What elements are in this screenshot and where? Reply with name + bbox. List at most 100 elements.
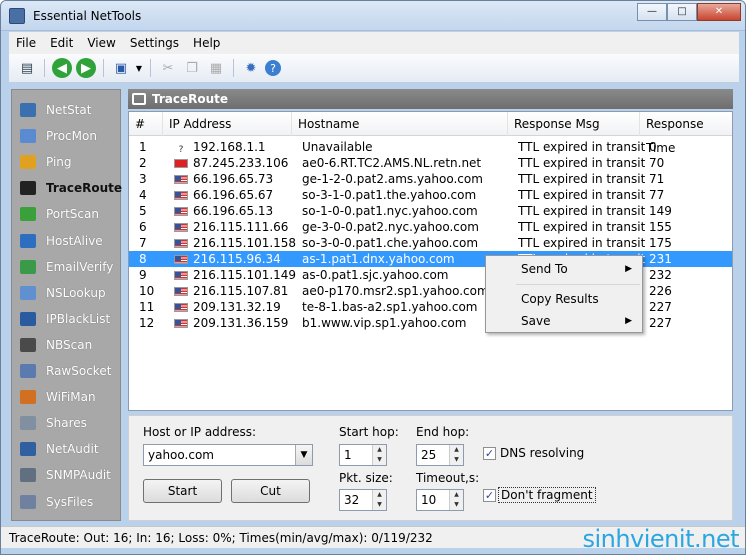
- sidebar-item-procmon[interactable]: ProcMon: [20, 125, 97, 147]
- dns-resolving-checkbox[interactable]: ✓: [483, 447, 496, 460]
- start-hop-spinner[interactable]: 1 ▲ ▼: [339, 444, 387, 466]
- sidebar-item-portscan[interactable]: PortScan: [20, 203, 99, 225]
- country-flag-icon: [174, 303, 188, 312]
- sidebar-item-label: Ping: [46, 155, 72, 170]
- dropdown-icon[interactable]: ▼: [135, 58, 143, 78]
- table-row[interactable]: 6 216.115.111.66 ge-3-0-0.pat2.nyc.yahoo.c…: [129, 219, 732, 235]
- cut-button[interactable]: Cut: [231, 479, 310, 503]
- sidebar-item-emailverify[interactable]: EmailVerify: [20, 256, 113, 278]
- cell-n: 4: [139, 187, 147, 203]
- forward-icon[interactable]: ▶: [76, 58, 96, 78]
- table-row[interactable]: 7 216.115.101.158 so-3-0-0.pat1.che.yahoo.…: [129, 235, 732, 251]
- sidebar-item-label: SysFiles: [46, 494, 94, 509]
- table-row[interactable]: 1? 192.168.1.1 Unavailable TTL expired in t…: [129, 139, 732, 155]
- watermark: sinhvienit.net: [582, 525, 739, 553]
- column-response-time[interactable]: Response Time: [640, 112, 732, 155]
- timeout-spinner[interactable]: 10 ▲ ▼: [416, 489, 464, 511]
- spin-down-icon[interactable]: ▼: [450, 455, 463, 465]
- sidebar-item-netaudit[interactable]: NetAudit: [20, 438, 99, 460]
- sidebar-item-label: WiFiMan: [46, 390, 96, 405]
- minimize-button[interactable]: —: [637, 3, 667, 21]
- spin-up-icon[interactable]: ▲: [373, 445, 386, 455]
- sidebar-item-shares[interactable]: Shares: [20, 412, 87, 434]
- settings-icon[interactable]: ✹: [241, 58, 261, 78]
- sidebar-item-nslookup[interactable]: NSLookup: [20, 282, 106, 304]
- app-window: Essential NetTools — □ ✕ File Edit View …: [0, 0, 746, 555]
- column-response-msg[interactable]: Response Msg: [508, 112, 640, 136]
- sidebar-item-rawsocket[interactable]: RawSocket: [20, 360, 111, 382]
- spin-up-icon[interactable]: ▲: [450, 445, 463, 455]
- context-save[interactable]: Save ▶: [488, 311, 640, 331]
- cell-msg: TTL expired in transit: [518, 187, 645, 203]
- cell-host: as-1.pat1.dnx.yahoo.com: [302, 251, 455, 267]
- column-ip-address[interactable]: IP Address: [163, 112, 292, 136]
- country-flag-icon: [174, 319, 188, 328]
- end-hop-spinner[interactable]: 25 ▲ ▼: [416, 444, 464, 466]
- cell-text: ae0-p170.msr2.sp1.yahoo.com: [302, 284, 489, 298]
- context-separator: [516, 284, 640, 285]
- submenu-arrow-icon: ▶: [625, 264, 632, 274]
- cut-icon[interactable]: ✂: [158, 58, 178, 78]
- sidebar-item-traceroute[interactable]: TraceRoute: [20, 177, 122, 199]
- cell-host: ge-1-2-0.pat2.ams.yahoo.com: [302, 171, 483, 187]
- back-icon[interactable]: ◀: [52, 58, 72, 78]
- copy-doc-icon[interactable]: ❐: [182, 58, 202, 78]
- sidebar-item-ipblacklist[interactable]: IPBlackList: [20, 308, 110, 330]
- menu-edit[interactable]: Edit: [43, 36, 80, 50]
- cell-text: 209.131.36.159: [193, 316, 289, 330]
- panel-title: TraceRoute: [152, 92, 229, 106]
- spin-up-icon[interactable]: ▲: [373, 490, 386, 500]
- cell-n: 3: [139, 171, 147, 187]
- copy-icon[interactable]: ▤: [17, 58, 37, 78]
- close-button[interactable]: ✕: [697, 3, 741, 21]
- end-hop-value: 25: [421, 448, 437, 462]
- table-row[interactable]: 4 66.196.65.67 so-3-1-0.pat1.the.yahoo.com…: [129, 187, 732, 203]
- cell-text: 12: [139, 316, 155, 330]
- save-icon[interactable]: ▣: [111, 58, 131, 78]
- dont-fragment-checkbox[interactable]: ✓: [483, 489, 496, 502]
- cell-text: 71: [649, 172, 665, 186]
- table-row[interactable]: 5 66.196.65.13 so-1-0-0.pat1.nyc.yahoo.com…: [129, 203, 732, 219]
- start-button[interactable]: Start: [143, 479, 222, 503]
- column-hostname[interactable]: Hostname: [292, 112, 508, 136]
- sidebar-item-hostalive[interactable]: HostAlive: [20, 230, 103, 252]
- cell-text: 9: [139, 268, 147, 282]
- title-bar[interactable]: Essential NetTools — □ ✕: [1, 1, 745, 31]
- menu-settings[interactable]: Settings: [123, 36, 186, 50]
- paste-icon[interactable]: ▦: [206, 58, 226, 78]
- sidebar-item-snmpaudit[interactable]: SNMPAudit: [20, 464, 111, 486]
- rawsocket-icon: [20, 364, 36, 378]
- country-flag-icon: [174, 159, 188, 168]
- help-icon[interactable]: ?: [265, 60, 281, 76]
- table-row[interactable]: 2 87.245.233.106 ae0-6.RT.TC2.AMS.NL.retn.…: [129, 155, 732, 171]
- context-copy-results[interactable]: Copy Results: [488, 289, 640, 309]
- cell-text: ae0-6.RT.TC2.AMS.NL.retn.net: [302, 156, 482, 170]
- context-send-to[interactable]: Send To ▶: [488, 259, 640, 279]
- toolbar-separator: [44, 59, 45, 77]
- cell-text: TTL expired in transit: [518, 220, 646, 234]
- cell-text: TTL expired in transit: [518, 188, 646, 202]
- menu-view[interactable]: View: [80, 36, 122, 50]
- spin-down-icon[interactable]: ▼: [373, 455, 386, 465]
- cell-text: 66.196.65.13: [193, 204, 274, 218]
- spin-down-icon[interactable]: ▼: [373, 500, 386, 510]
- column-number[interactable]: #: [129, 112, 163, 136]
- table-row[interactable]: 3 66.196.65.73 ge-1-2-0.pat2.ams.yahoo.com…: [129, 171, 732, 187]
- sidebar-item-sysfiles[interactable]: SysFiles: [20, 491, 93, 513]
- sidebar-item-netstat[interactable]: NetStat: [20, 99, 91, 121]
- pkt-size-spinner[interactable]: 32 ▲ ▼: [339, 489, 387, 511]
- menu-file[interactable]: File: [9, 36, 43, 50]
- spin-up-icon[interactable]: ▲: [450, 490, 463, 500]
- maximize-button[interactable]: □: [667, 3, 697, 21]
- sidebar-item-wifiman[interactable]: WiFiMan: [20, 386, 96, 408]
- chevron-down-icon[interactable]: ▼: [295, 445, 312, 465]
- cell-ip: 209.131.36.159: [174, 315, 288, 331]
- cell-ip: 87.245.233.106: [174, 155, 288, 171]
- sidebar-item-nbscan[interactable]: NBScan: [20, 334, 92, 356]
- menu-help[interactable]: Help: [186, 36, 227, 50]
- host-combobox[interactable]: yahoo.com ▼: [143, 444, 313, 466]
- spin-down-icon[interactable]: ▼: [450, 500, 463, 510]
- sidebar-item-ping[interactable]: Ping: [20, 151, 72, 173]
- cell-ip: ? 192.168.1.1: [174, 139, 266, 155]
- cell-time: 227: [649, 315, 672, 331]
